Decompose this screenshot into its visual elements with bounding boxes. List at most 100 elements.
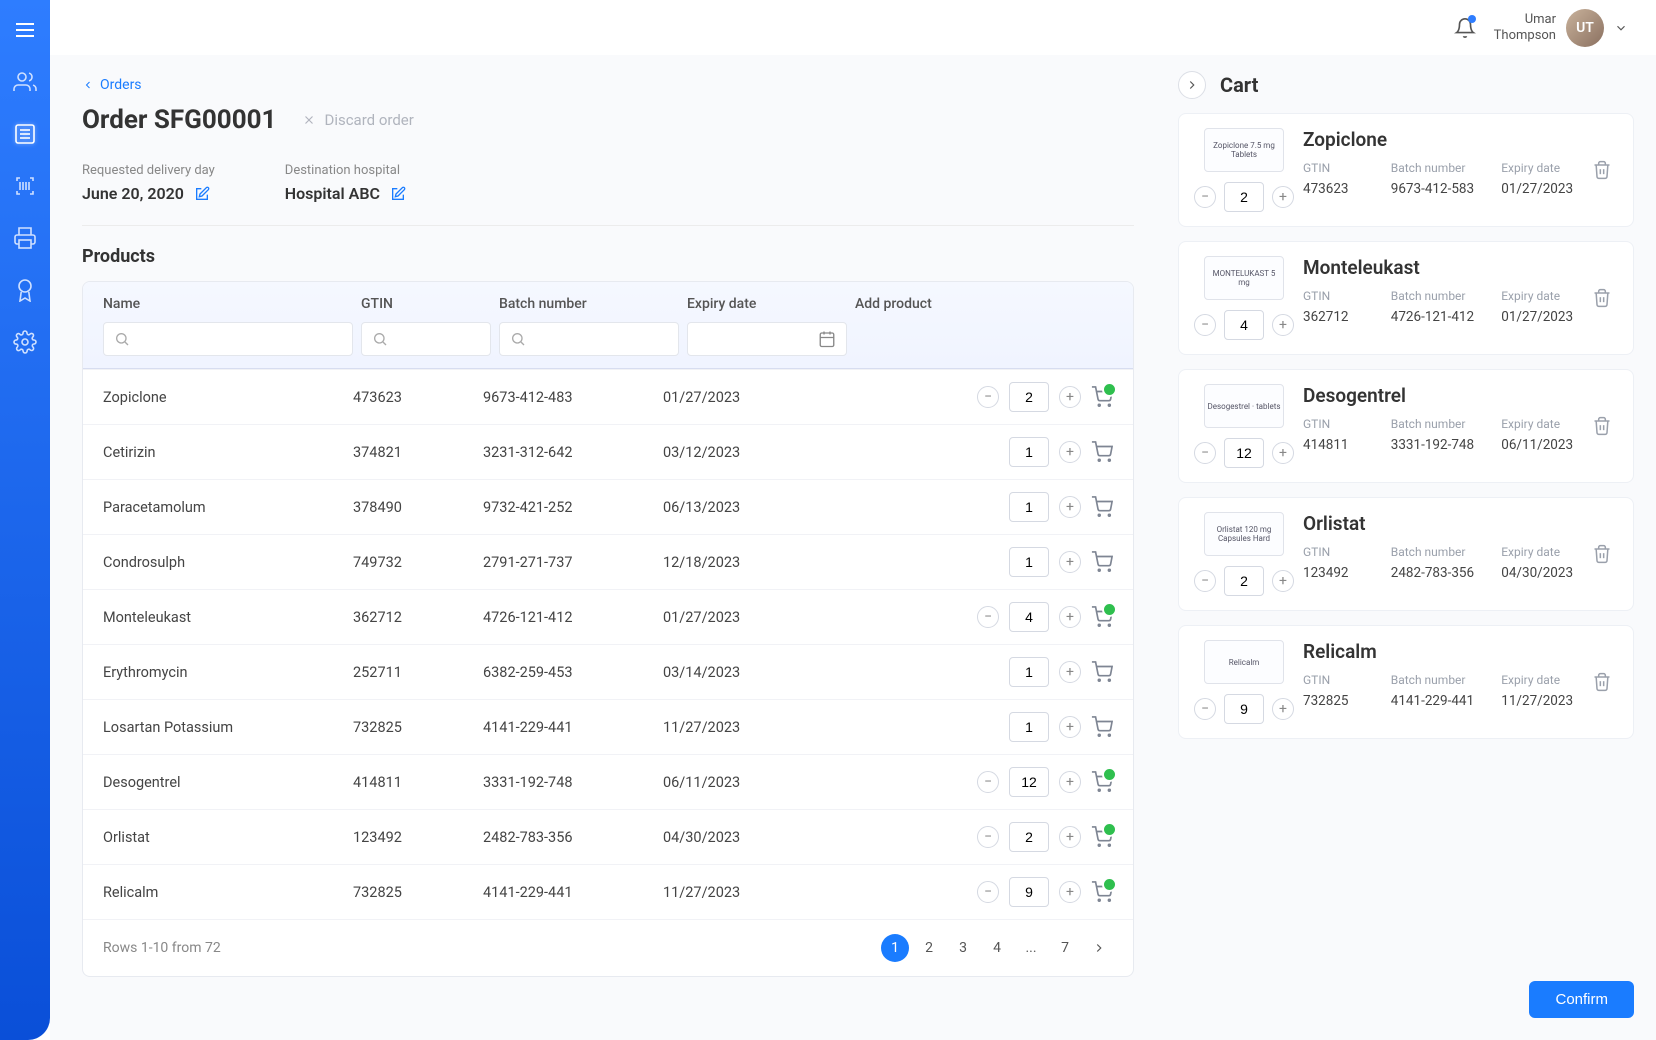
- filter-gtin-input[interactable]: [361, 322, 491, 356]
- cart-qty-minus-button[interactable]: −: [1194, 570, 1216, 592]
- qty-plus-button[interactable]: +: [1059, 386, 1081, 408]
- filter-batch-input[interactable]: [499, 322, 679, 356]
- remove-cart-item-button[interactable]: [1587, 256, 1617, 340]
- qty-input[interactable]: [1009, 602, 1049, 632]
- qty-plus-button[interactable]: +: [1059, 881, 1081, 903]
- add-to-cart-button[interactable]: [1091, 606, 1113, 628]
- cart-qty-input[interactable]: [1224, 438, 1264, 468]
- qty-minus-button[interactable]: −: [977, 826, 999, 848]
- qty-plus-button[interactable]: +: [1059, 661, 1081, 683]
- add-to-cart-button[interactable]: [1091, 826, 1113, 848]
- add-to-cart-button[interactable]: [1091, 496, 1113, 518]
- cart-qty-plus-button[interactable]: +: [1272, 442, 1294, 464]
- cell-expiry: 12/18/2023: [663, 554, 823, 571]
- cell-gtin: 732825: [353, 719, 483, 736]
- cart-qty-input[interactable]: [1224, 566, 1264, 596]
- page-...[interactable]: ...: [1017, 934, 1045, 962]
- cell-expiry: 01/27/2023: [663, 389, 823, 406]
- qty-plus-button[interactable]: +: [1059, 771, 1081, 793]
- notifications-button[interactable]: [1454, 17, 1476, 39]
- qty-minus-button[interactable]: −: [977, 386, 999, 408]
- cell-expiry: 04/30/2023: [663, 829, 823, 846]
- award-icon[interactable]: [13, 278, 37, 302]
- qty-plus-button[interactable]: +: [1059, 606, 1081, 628]
- edit-delivery-icon[interactable]: [194, 186, 210, 202]
- cart-qty-minus-button[interactable]: −: [1194, 442, 1216, 464]
- cart-qty-plus-button[interactable]: +: [1272, 698, 1294, 720]
- qty-plus-button[interactable]: +: [1059, 716, 1081, 738]
- qty-plus-button[interactable]: +: [1059, 551, 1081, 573]
- add-to-cart-button[interactable]: [1091, 716, 1113, 738]
- cart-qty-plus-button[interactable]: +: [1272, 186, 1294, 208]
- table-row: Cetirizin3748213231-312-64203/12/2023+: [83, 424, 1133, 479]
- qty-input[interactable]: [1009, 767, 1049, 797]
- qty-input[interactable]: [1009, 547, 1049, 577]
- cart-item-expiry: 06/11/2023: [1501, 437, 1577, 453]
- cart-qty-plus-button[interactable]: +: [1272, 570, 1294, 592]
- delivery-label: Requested delivery day: [82, 163, 215, 178]
- cart-qty-minus-button[interactable]: −: [1194, 698, 1216, 720]
- product-thumbnail: Desogestrel · tablets: [1204, 384, 1284, 428]
- cart-qty-input[interactable]: [1224, 182, 1264, 212]
- cell-batch: 4141-229-441: [483, 719, 663, 736]
- filter-name-input[interactable]: [103, 322, 353, 356]
- cart-qty-input[interactable]: [1224, 694, 1264, 724]
- add-to-cart-button[interactable]: [1091, 441, 1113, 463]
- users-icon[interactable]: [13, 70, 37, 94]
- cart-item-batch: 9673-412-583: [1391, 181, 1489, 197]
- edit-destination-icon[interactable]: [390, 186, 406, 202]
- remove-cart-item-button[interactable]: [1587, 384, 1617, 468]
- qty-input[interactable]: [1009, 382, 1049, 412]
- cell-batch: 2791-271-737: [483, 554, 663, 571]
- discard-order-button[interactable]: Discard order: [302, 111, 413, 129]
- filter-expiry-input[interactable]: [687, 322, 847, 356]
- remove-cart-item-button[interactable]: [1587, 128, 1617, 212]
- add-to-cart-button[interactable]: [1091, 771, 1113, 793]
- qty-plus-button[interactable]: +: [1059, 441, 1081, 463]
- add-to-cart-button[interactable]: [1091, 386, 1113, 408]
- barcode-icon[interactable]: [13, 174, 37, 198]
- qty-input[interactable]: [1009, 657, 1049, 687]
- qty-input[interactable]: [1009, 712, 1049, 742]
- confirm-button[interactable]: Confirm: [1529, 981, 1634, 1018]
- remove-cart-item-button[interactable]: [1587, 640, 1617, 724]
- add-to-cart-button[interactable]: [1091, 551, 1113, 573]
- table-row: Zopiclone4736239673-412-48301/27/2023−+: [83, 369, 1133, 424]
- qty-minus-button[interactable]: −: [977, 881, 999, 903]
- list-icon[interactable]: [13, 122, 37, 146]
- table-row: Paracetamolum3784909732-421-25206/13/202…: [83, 479, 1133, 534]
- qty-plus-button[interactable]: +: [1059, 496, 1081, 518]
- page-3[interactable]: 3: [949, 934, 977, 962]
- page-1[interactable]: 1: [881, 934, 909, 962]
- menu-icon[interactable]: [13, 18, 37, 42]
- page-next[interactable]: [1085, 934, 1113, 962]
- cart-qty-plus-button[interactable]: +: [1272, 314, 1294, 336]
- add-to-cart-button[interactable]: [1091, 661, 1113, 683]
- collapse-cart-button[interactable]: [1178, 71, 1206, 99]
- chevron-down-icon: [1614, 21, 1628, 35]
- pager: 1234...7: [881, 934, 1113, 962]
- cell-batch: 9732-421-252: [483, 499, 663, 516]
- user-menu[interactable]: Umar Thompson UT: [1494, 9, 1628, 47]
- avatar: UT: [1566, 9, 1604, 47]
- cart-item-name: Zopiclone: [1303, 128, 1577, 151]
- remove-cart-item-button[interactable]: [1587, 512, 1617, 596]
- cell-gtin: 374821: [353, 444, 483, 461]
- qty-minus-button[interactable]: −: [977, 606, 999, 628]
- qty-input[interactable]: [1009, 492, 1049, 522]
- qty-input[interactable]: [1009, 437, 1049, 467]
- qty-input[interactable]: [1009, 822, 1049, 852]
- printer-icon[interactable]: [13, 226, 37, 250]
- gear-icon[interactable]: [13, 330, 37, 354]
- qty-input[interactable]: [1009, 877, 1049, 907]
- cart-qty-minus-button[interactable]: −: [1194, 314, 1216, 336]
- page-7[interactable]: 7: [1051, 934, 1079, 962]
- page-2[interactable]: 2: [915, 934, 943, 962]
- add-to-cart-button[interactable]: [1091, 881, 1113, 903]
- cart-qty-minus-button[interactable]: −: [1194, 186, 1216, 208]
- page-4[interactable]: 4: [983, 934, 1011, 962]
- qty-plus-button[interactable]: +: [1059, 826, 1081, 848]
- qty-minus-button[interactable]: −: [977, 771, 999, 793]
- breadcrumb-back[interactable]: Orders: [82, 77, 1134, 93]
- cart-qty-input[interactable]: [1224, 310, 1264, 340]
